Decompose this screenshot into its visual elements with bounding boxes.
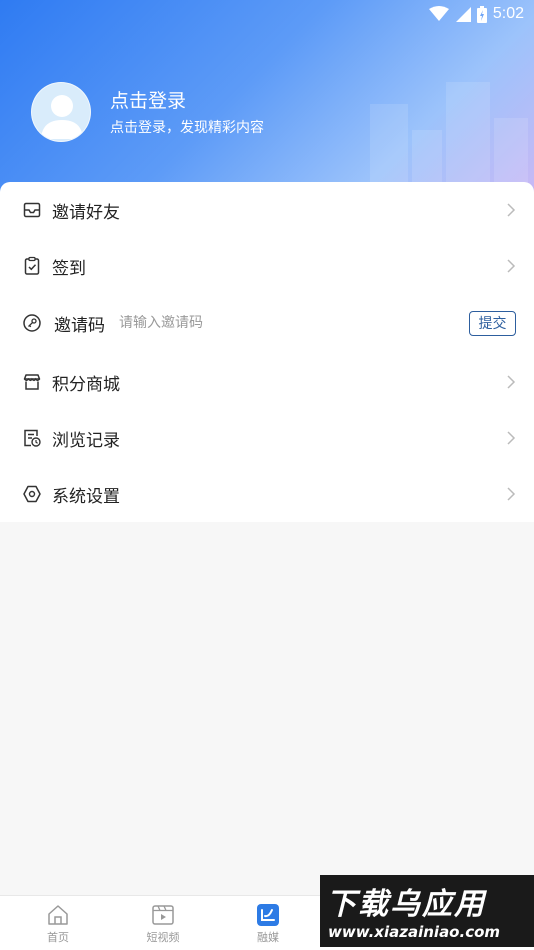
key-icon	[23, 314, 41, 332]
chevron-right-icon	[507, 375, 516, 389]
watermark-logo: 下载乌应用 www.xiazainiao.com	[320, 875, 534, 947]
clipboard-check-icon	[24, 256, 40, 275]
menu-list: 邀请好友 签到 邀请码 提交 积分商城	[0, 182, 534, 522]
menu-item-sign-in[interactable]: 签到	[0, 238, 534, 294]
login-title[interactable]: 点击登录	[110, 86, 186, 113]
invite-code-label: 邀请码	[54, 315, 105, 336]
tab-label: 首页	[47, 931, 69, 944]
battery-icon	[476, 5, 487, 23]
chevron-right-icon	[507, 203, 516, 217]
tab-media[interactable]: 融媒	[238, 904, 298, 948]
menu-item-label: 系统设置	[52, 486, 120, 507]
watermark-title: 下载乌应用	[326, 887, 486, 922]
login-subtitle: 点击登录，发现精彩内容	[110, 120, 264, 136]
submit-button[interactable]: 提交	[469, 310, 516, 336]
tab-home[interactable]: 首页	[28, 904, 88, 948]
profile-header: 5:02 点击登录 点击登录，发现精彩内容	[0, 0, 534, 200]
status-bar: 5:02	[428, 4, 524, 24]
tab-short-video[interactable]: 短视频	[133, 904, 193, 948]
wifi-icon	[428, 6, 449, 21]
user-avatar-icon	[41, 95, 83, 139]
settings-hexagon-icon	[23, 485, 41, 503]
home-icon	[48, 905, 68, 925]
chevron-right-icon	[507, 431, 516, 445]
menu-item-points-mall[interactable]: 积分商城	[0, 354, 534, 410]
store-icon	[23, 374, 41, 390]
avatar[interactable]	[31, 82, 91, 142]
menu-item-invite-code: 邀请码 提交	[0, 295, 534, 351]
chevron-right-icon	[507, 487, 516, 501]
history-doc-icon	[24, 429, 41, 447]
menu-item-label: 签到	[52, 258, 86, 279]
menu-item-label: 邀请好友	[52, 202, 120, 223]
signal-icon	[455, 7, 471, 22]
watermark-url: www.xiazainiao.com	[328, 923, 501, 941]
media-logo-icon	[257, 904, 279, 926]
menu-item-label: 积分商城	[52, 374, 120, 395]
invite-code-input[interactable]	[119, 315, 419, 331]
status-time: 5:02	[492, 5, 524, 22]
menu-item-history[interactable]: 浏览记录	[0, 410, 534, 466]
menu-item-label: 浏览记录	[52, 430, 120, 451]
chevron-right-icon	[507, 259, 516, 273]
menu-item-settings[interactable]: 系统设置	[0, 466, 534, 522]
menu-item-invite-friends[interactable]: 邀请好友	[0, 182, 534, 238]
tab-label: 短视频	[146, 931, 180, 944]
inbox-icon	[23, 202, 41, 218]
tab-label: 融媒	[257, 931, 279, 944]
video-icon	[152, 905, 174, 925]
